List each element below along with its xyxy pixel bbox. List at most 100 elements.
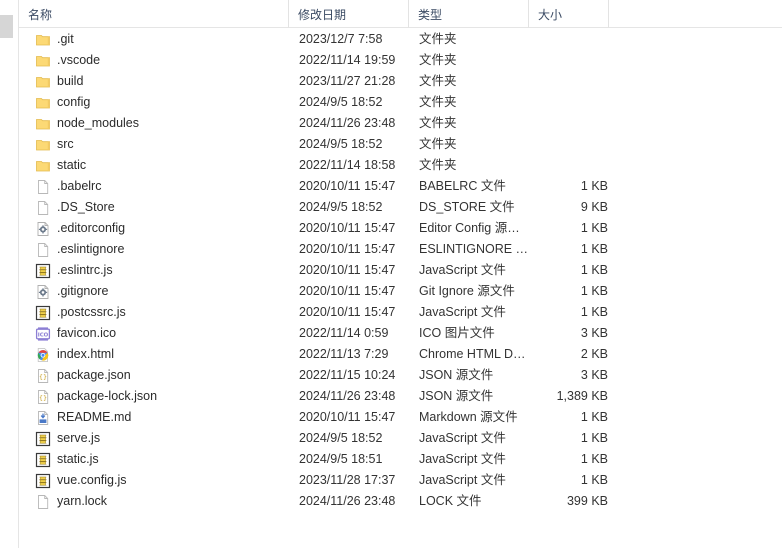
file-type-cell: 文件夹 xyxy=(419,158,457,172)
file-size-cell xyxy=(524,50,608,71)
table-row[interactable]: .eslintignore 2020/10/11 15:47 ESLINTIGNOR… xyxy=(19,239,782,260)
file-size-cell: 3 KB xyxy=(580,368,608,382)
date-modified-cell: 2024/9/5 18:52 xyxy=(299,95,383,109)
file-type-cell: ESLINTIGNORE … xyxy=(419,242,529,256)
table-row[interactable]: config 2024/9/5 18:52 文件夹 xyxy=(19,92,782,113)
column-header-type-label: 类型 xyxy=(418,7,443,22)
table-row[interactable]: build 2023/11/27 21:28 文件夹 xyxy=(19,71,782,92)
date-modified-cell: 2024/9/5 18:52 xyxy=(299,200,383,214)
file-name-cell: .editorconfig xyxy=(57,221,126,235)
table-row[interactable]: .vscode 2022/11/14 19:59 文件夹 xyxy=(19,50,782,71)
file-explorer-list-view: 名称 修改日期 类型 大小 .git 2023/12/7 7:58 文件夹 .vsco… xyxy=(0,0,782,548)
file-type-cell: 文件夹 xyxy=(419,116,457,130)
file-size-cell: 1 KB xyxy=(580,179,608,193)
file-name-cell: index.html xyxy=(57,347,114,361)
column-header-type[interactable]: 类型 xyxy=(408,0,528,28)
column-header-date-modified[interactable]: 修改日期 xyxy=(288,0,408,28)
file-name-cell: favicon.ico xyxy=(57,326,117,340)
table-row[interactable]: .babelrc 2020/10/11 15:47 BABELRC 文件 1 KB xyxy=(19,176,782,197)
date-modified-cell: 2023/12/7 7:58 xyxy=(299,32,383,46)
file-type-cell: DS_STORE 文件 xyxy=(419,200,515,214)
file-name-cell: .DS_Store xyxy=(57,200,115,214)
file-size-cell: 1 KB xyxy=(580,305,608,319)
file-type-cell: 文件夹 xyxy=(419,137,457,151)
file-size-cell: 2 KB xyxy=(580,347,608,361)
date-modified-cell: 2022/11/14 18:58 xyxy=(299,158,396,172)
date-modified-cell: 2024/9/5 18:52 xyxy=(299,431,383,445)
file-size-cell: 399 KB xyxy=(566,494,608,508)
column-header-date-modified-label: 修改日期 xyxy=(298,7,347,22)
file-type-cell: Git Ignore 源文件 xyxy=(419,284,515,298)
file-name-cell: src xyxy=(57,137,74,151)
date-modified-cell: 2024/11/26 23:48 xyxy=(299,494,396,508)
file-type-cell: 文件夹 xyxy=(419,74,457,88)
file-list: .git 2023/12/7 7:58 文件夹 .vscode 2022/11/14 1… xyxy=(19,29,782,548)
table-row[interactable]: ICO favicon.ico 2022/11/14 0:59 ICO 图片文件 3 K… xyxy=(19,323,782,344)
file-type-cell: BABELRC 文件 xyxy=(419,179,506,193)
column-header-name[interactable]: 名称 xyxy=(19,0,288,28)
table-row[interactable]: static.js 2024/9/5 18:51 JavaScript 文件 1 KB xyxy=(19,449,782,470)
file-size-cell xyxy=(524,29,608,50)
file-type-cell: Markdown 源文件 xyxy=(419,410,518,424)
file-size-cell xyxy=(524,155,608,176)
date-modified-cell: 2022/11/13 7:29 xyxy=(299,347,389,361)
date-modified-cell: 2020/10/11 15:47 xyxy=(299,221,396,235)
file-name-cell: .eslintrc.js xyxy=(57,263,113,277)
table-row[interactable]: vue.config.js 2023/11/28 17:37 JavaScript … xyxy=(19,470,782,491)
table-row[interactable]: {} package.json 2022/11/15 10:24 JSON 源文件 3 … xyxy=(19,365,782,386)
file-name-cell: .git xyxy=(57,32,74,46)
file-type-cell: Chrome HTML D… xyxy=(419,347,526,361)
file-size-cell: 1,389 KB xyxy=(556,389,608,403)
file-type-cell: JSON 源文件 xyxy=(419,389,494,403)
file-type-cell: 文件夹 xyxy=(419,53,457,67)
file-name-cell: .babelrc xyxy=(57,179,102,193)
table-row[interactable]: .DS_Store 2024/9/5 18:52 DS_STORE 文件 9 KB xyxy=(19,197,782,218)
table-row[interactable]: src 2024/9/5 18:52 文件夹 xyxy=(19,134,782,155)
file-name-cell: .postcssrc.js xyxy=(57,305,126,319)
table-row[interactable]: node_modules 2024/11/26 23:48 文件夹 xyxy=(19,113,782,134)
table-row[interactable]: .eslintrc.js 2020/10/11 15:47 JavaScript 文… xyxy=(19,260,782,281)
file-name-cell: static xyxy=(57,158,87,172)
file-type-cell: JavaScript 文件 xyxy=(419,473,506,487)
table-row[interactable]: index.html 2022/11/13 7:29 Chrome HTML D… 2… xyxy=(19,344,782,365)
date-modified-cell: 2023/11/28 17:37 xyxy=(299,473,396,487)
table-row[interactable]: static 2022/11/14 18:58 文件夹 xyxy=(19,155,782,176)
date-modified-cell: 2024/11/26 23:48 xyxy=(299,116,396,130)
column-header-size[interactable]: 大小 xyxy=(528,0,608,28)
file-type-cell: JavaScript 文件 xyxy=(419,452,506,466)
file-size-cell: 1 KB xyxy=(580,242,608,256)
file-name-cell: package.json xyxy=(57,368,131,382)
date-modified-cell: 2020/10/11 15:47 xyxy=(299,179,396,193)
file-type-cell: 文件夹 xyxy=(419,32,457,46)
column-header-spacer[interactable] xyxy=(608,0,782,28)
file-size-cell xyxy=(524,71,608,92)
file-type-cell: JavaScript 文件 xyxy=(419,263,506,277)
file-size-cell: 1 KB xyxy=(580,452,608,466)
scrollbar-thumb[interactable] xyxy=(0,15,13,38)
table-row[interactable]: README.md 2020/10/11 15:47 Markdown 源文件 1 K… xyxy=(19,407,782,428)
table-row[interactable]: .postcssrc.js 2020/10/11 15:47 JavaScript … xyxy=(19,302,782,323)
table-row[interactable]: {} package-lock.json 2024/11/26 23:48 JSON … xyxy=(19,386,782,407)
table-row[interactable]: serve.js 2024/9/5 18:52 JavaScript 文件 1 KB xyxy=(19,428,782,449)
file-size-cell: 3 KB xyxy=(580,326,608,340)
file-size-cell: 1 KB xyxy=(580,410,608,424)
date-modified-cell: 2020/10/11 15:47 xyxy=(299,410,396,424)
date-modified-cell: 2022/11/15 10:24 xyxy=(299,368,396,382)
file-type-cell: LOCK 文件 xyxy=(419,494,482,508)
table-row[interactable]: .git 2023/12/7 7:58 文件夹 xyxy=(19,29,782,50)
table-row[interactable]: .gitignore 2020/10/11 15:47 Git Ignore 源文件… xyxy=(19,281,782,302)
file-name-cell: build xyxy=(57,74,84,88)
table-row[interactable]: yarn.lock 2024/11/26 23:48 LOCK 文件 399 KB xyxy=(19,491,782,512)
file-size-cell xyxy=(524,113,608,134)
date-modified-cell: 2024/11/26 23:48 xyxy=(299,389,396,403)
file-name-cell: .gitignore xyxy=(57,284,109,298)
file-size-cell: 1 KB xyxy=(580,284,608,298)
file-type-cell: Editor Config 源… xyxy=(419,221,520,235)
file-name-cell: node_modules xyxy=(57,116,140,130)
column-header-bar: 名称 修改日期 类型 大小 xyxy=(19,0,782,28)
file-size-cell: 1 KB xyxy=(580,431,608,445)
table-row[interactable]: .editorconfig 2020/10/11 15:47 Editor Conf… xyxy=(19,218,782,239)
column-header-name-label: 名称 xyxy=(28,7,53,22)
file-size-cell: 9 KB xyxy=(580,200,608,214)
file-type-cell: JavaScript 文件 xyxy=(419,305,506,319)
